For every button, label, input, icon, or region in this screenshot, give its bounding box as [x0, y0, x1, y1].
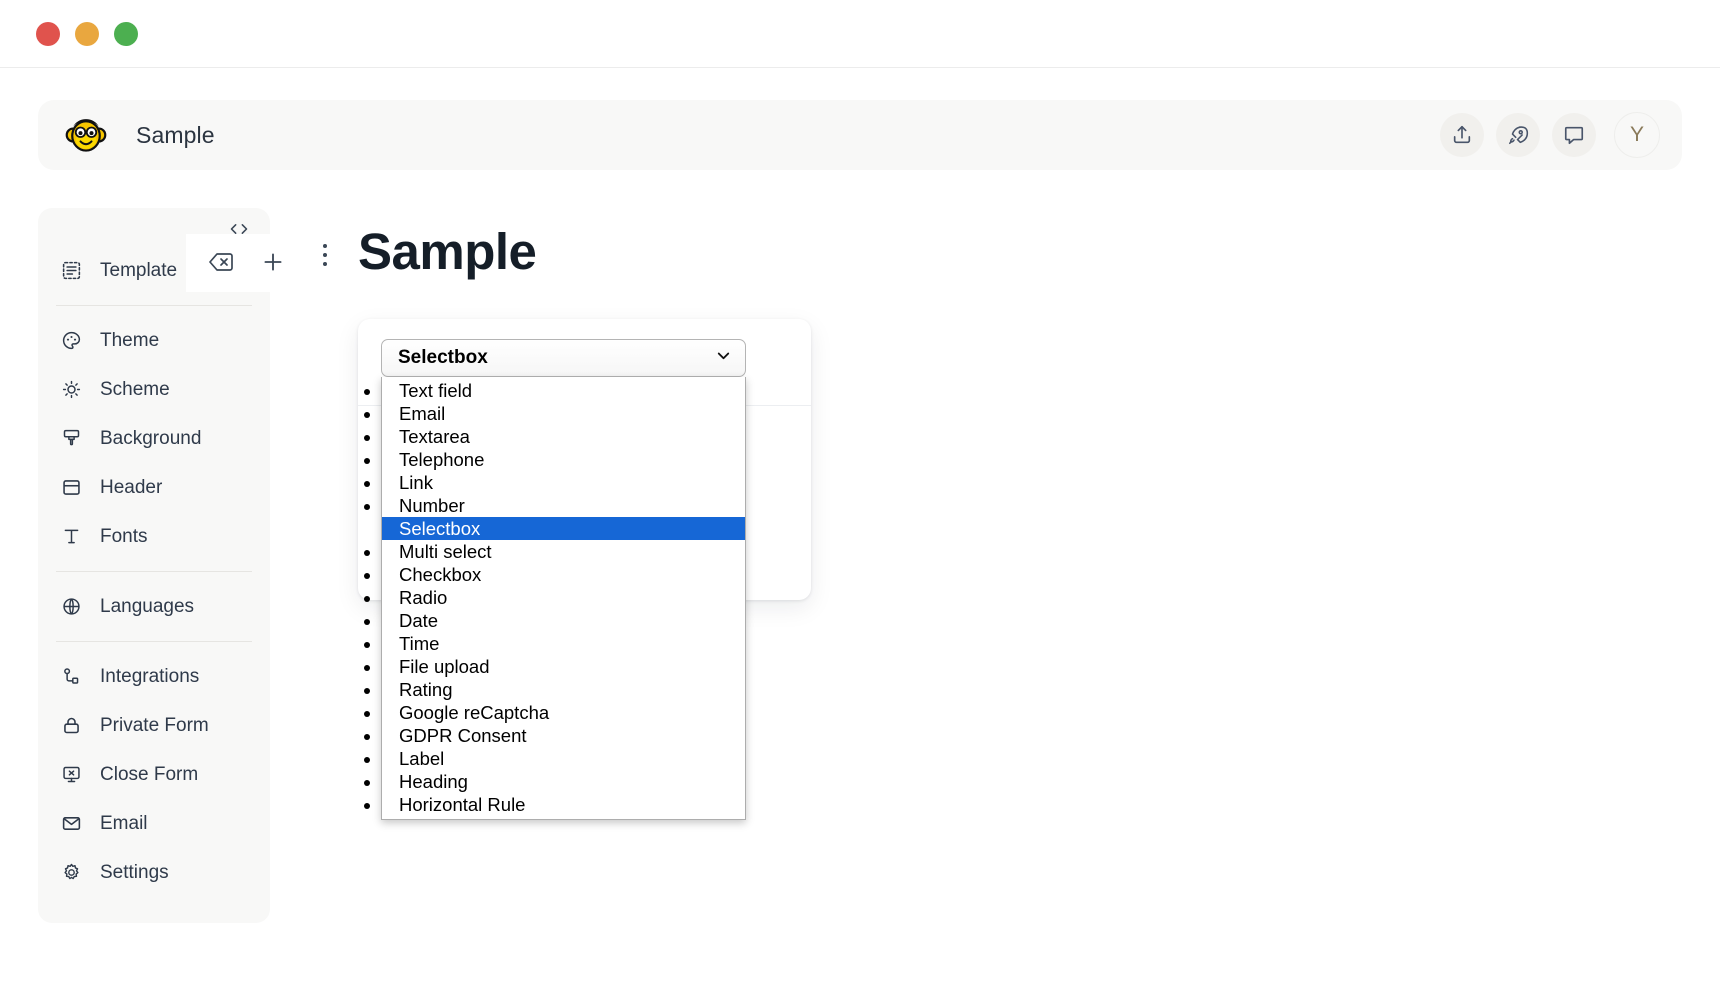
sidebar-item-theme[interactable]: Theme — [38, 316, 270, 365]
field-type-option[interactable]: Selectbox — [382, 517, 745, 540]
text-icon — [60, 526, 82, 548]
field-type-option[interactable]: Number — [382, 494, 745, 517]
comment-icon — [1563, 124, 1585, 146]
sidebar-item-label: Template — [100, 259, 178, 281]
avatar[interactable]: Y — [1614, 112, 1660, 158]
globe-icon — [60, 596, 82, 618]
sidebar-divider — [56, 305, 252, 306]
field-type-option[interactable]: Radio — [382, 586, 745, 609]
traffic-lights — [36, 21, 138, 46]
sidebar-item-languages[interactable]: Languages — [38, 582, 270, 631]
share-icon — [1451, 124, 1473, 146]
app-shell: Sample Y Template Theme Scheme Backgroun… — [0, 68, 1720, 996]
close-form-icon — [60, 764, 82, 786]
gear-icon — [60, 862, 82, 884]
scheme-icon — [60, 379, 82, 401]
minimize-window-button[interactable] — [75, 21, 99, 46]
field-type-option[interactable]: Checkbox — [382, 563, 745, 586]
sidebar-item-close-form[interactable]: Close Form — [38, 750, 270, 799]
sidebar-item-integrations[interactable]: Integrations — [38, 652, 270, 701]
field-type-option[interactable]: Email — [382, 402, 745, 425]
form-canvas: Sample Selectbox Text fieldEmailTextarea… — [270, 208, 1682, 923]
kebab-dot — [323, 253, 327, 257]
sidebar-item-fonts[interactable]: Fonts — [38, 512, 270, 561]
publish-button[interactable] — [1496, 113, 1540, 157]
field-type-option[interactable]: Telephone — [382, 448, 745, 471]
sidebar-group-languages: Languages — [38, 582, 270, 631]
template-icon — [60, 260, 82, 282]
comments-button[interactable] — [1552, 113, 1596, 157]
sidebar-group-appearance: Theme Scheme Background Header Fonts — [38, 316, 270, 561]
sidebar-item-label: Settings — [100, 861, 169, 883]
sidebar-item-label: Header — [100, 476, 163, 498]
rocket-icon — [1507, 124, 1529, 146]
envelope-icon — [60, 813, 82, 835]
kebab-dot — [323, 244, 327, 248]
sidebar-item-private-form[interactable]: Private Form — [38, 701, 270, 750]
brand: Sample — [64, 113, 215, 157]
monkey-logo — [64, 113, 108, 157]
sidebar-item-background[interactable]: Background — [38, 414, 270, 463]
field-type-select-trigger[interactable]: Selectbox — [381, 339, 746, 377]
field-type-option[interactable]: Textarea — [382, 425, 745, 448]
kebab-dot — [323, 262, 327, 266]
field-type-option[interactable]: Multi select — [382, 540, 745, 563]
field-type-option[interactable]: Rating — [382, 678, 745, 701]
delete-backspace-icon — [208, 251, 234, 276]
sidebar-divider — [56, 571, 252, 572]
field-type-option-list[interactable]: Text fieldEmailTextareaTelephoneLinkNumb… — [381, 377, 746, 820]
share-button[interactable] — [1440, 113, 1484, 157]
field-type-select-value: Selectbox — [398, 347, 488, 368]
palette-icon — [60, 330, 82, 352]
sidebar-divider — [56, 641, 252, 642]
page-title: Sample — [358, 223, 537, 280]
field-type-option[interactable]: Date — [382, 609, 745, 632]
sidebar-item-label: Private Form — [100, 714, 209, 736]
body-row: Template Theme Scheme Background Header … — [38, 208, 1682, 923]
sidebar-item-email[interactable]: Email — [38, 799, 270, 848]
header-icon — [60, 477, 82, 499]
sidebar-item-label: Background — [100, 427, 202, 449]
field-type-option[interactable]: Label — [382, 747, 745, 770]
sidebar-item-settings[interactable]: Settings — [38, 848, 270, 897]
settings-sidebar: Template Theme Scheme Background Header … — [38, 208, 302, 923]
delete-block-button[interactable] — [200, 242, 242, 284]
plus-icon — [260, 249, 286, 278]
field-type-select[interactable]: Selectbox Text fieldEmailTextareaTelepho… — [381, 339, 746, 820]
app-header-bar: Sample Y — [38, 100, 1682, 170]
sidebar-item-label: Integrations — [100, 665, 200, 687]
window-titlebar — [0, 0, 1720, 68]
block-toolbar — [186, 234, 302, 292]
sidebar-item-label: Languages — [100, 595, 195, 617]
field-type-option[interactable]: Link — [382, 471, 745, 494]
close-window-button[interactable] — [36, 21, 60, 46]
field-type-option[interactable]: Heading — [382, 770, 745, 793]
brush-icon — [60, 428, 82, 450]
lock-icon — [60, 715, 82, 737]
form-name-label: Sample — [136, 121, 215, 148]
field-type-option[interactable]: Text field — [382, 379, 745, 402]
add-block-button[interactable] — [252, 242, 294, 284]
sidebar-item-label: Close Form — [100, 763, 199, 785]
sidebar-group-form-settings: Integrations Private Form Close Form Ema… — [38, 652, 270, 897]
appbar-actions: Y — [1440, 112, 1660, 158]
sidebar-item-label: Scheme — [100, 378, 170, 400]
sidebar-item-scheme[interactable]: Scheme — [38, 365, 270, 414]
chevron-down-icon — [714, 346, 733, 371]
field-type-option[interactable]: Time — [382, 632, 745, 655]
field-type-option[interactable]: Google reCaptcha — [382, 701, 745, 724]
maximize-window-button[interactable] — [114, 21, 138, 46]
field-type-option[interactable]: Horizontal Rule — [382, 793, 745, 816]
sidebar-item-header[interactable]: Header — [38, 463, 270, 512]
field-type-option[interactable]: GDPR Consent — [382, 724, 745, 747]
sidebar-item-label: Fonts — [100, 525, 148, 547]
more-options-button[interactable] — [315, 234, 335, 276]
field-type-option[interactable]: File upload — [382, 655, 745, 678]
integrations-icon — [60, 666, 82, 688]
sidebar-item-label: Email — [100, 812, 148, 834]
sidebar-item-label: Theme — [100, 329, 160, 351]
